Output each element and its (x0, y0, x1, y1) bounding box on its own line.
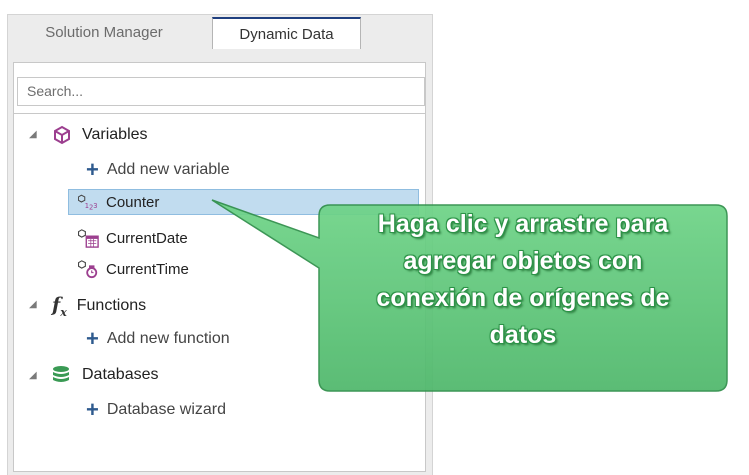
callout-line: Haga clic y arrastre para (377, 210, 669, 238)
callout-line: agregar objetos con (403, 247, 643, 275)
tab-dynamic-data[interactable]: Dynamic Data (212, 17, 361, 49)
callout-text: Haga clic y arrastre para agregar objeto… (318, 206, 728, 354)
callout-line: datos (489, 321, 557, 349)
callout-line: conexión de orígenes de (376, 284, 670, 312)
